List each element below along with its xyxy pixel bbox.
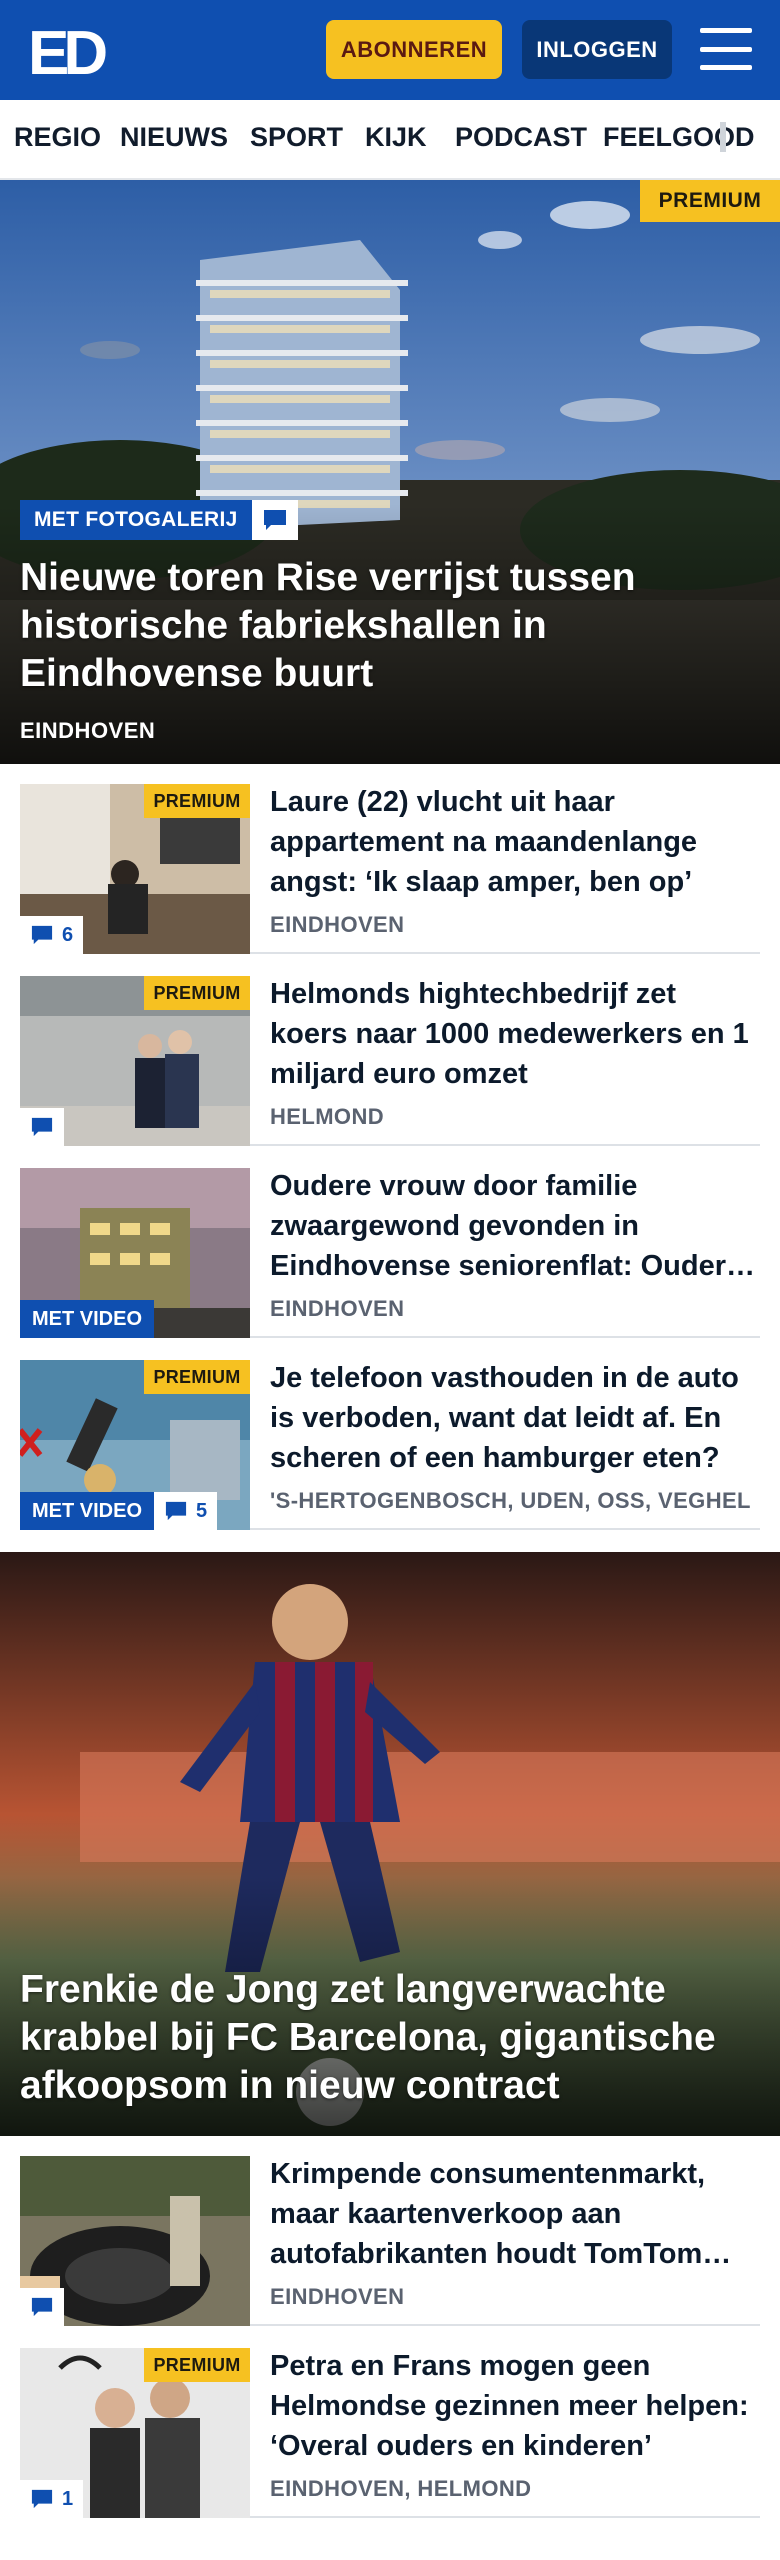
comment-icon [31, 925, 53, 945]
article-location: HELMOND [270, 1104, 385, 1129]
article-title[interactable]: Oudere vrouw door familie zwaargewond ge… [270, 1166, 760, 1286]
comment-icon [31, 2297, 53, 2317]
article-location: EINDHOVEN [270, 2284, 405, 2309]
list-item[interactable]: PREMIUM MET VIDEO 5 Je telefoon vasthoud… [20, 1340, 760, 1530]
article-title[interactable]: Laure (22) vlucht uit haar appartement n… [270, 782, 760, 902]
thumb-badges: 1 [20, 2480, 84, 2518]
nav-item-sport[interactable]: SPORT [250, 122, 343, 153]
article-thumbnail: PREMIUM 1 [20, 2348, 250, 2518]
comment-count: 1 [62, 2487, 74, 2510]
hero-location: EINDHOVEN [20, 718, 156, 743]
thumb-badges: 6 [20, 916, 84, 954]
comment-count-badge: 1 [20, 2480, 84, 2518]
comment-icon [31, 2489, 53, 2509]
nav-overflow-indicator [720, 122, 726, 152]
list-item[interactable]: PREMIUM 6 Laure (22) vlucht uit haar app… [20, 764, 760, 954]
svg-text:ED: ED [28, 22, 106, 78]
nav-item-feelgood[interactable]: FEELGOOD [603, 122, 755, 153]
list-item[interactable]: Krimpende consumentenmarkt, maar kaarten… [20, 2136, 760, 2326]
article-title[interactable]: Krimpende consumentenmarkt, maar kaarten… [270, 2154, 760, 2274]
nav-item-podcast[interactable]: PODCAST [455, 122, 587, 153]
hero-title[interactable]: Nieuwe toren Rise verrijst tussen histor… [20, 554, 760, 698]
comment-icon [31, 1117, 53, 1137]
article-location: EINDHOVEN, HELMOND [270, 2476, 532, 2501]
article-title[interactable]: Je telefoon vasthouden in de auto is ver… [270, 1358, 760, 1478]
thumb-badges: MET VIDEO [20, 1300, 155, 1338]
photo-gallery-tag: MET FOTOGALERIJ [20, 500, 252, 540]
list-item[interactable]: MET VIDEO Oudere vrouw door familie zwaa… [20, 1148, 760, 1338]
comment-count: 6 [62, 923, 74, 946]
hero-title[interactable]: Frenkie de Jong zet langverwachte krabbe… [20, 1966, 760, 2110]
section-nav: REGIO NIEUWS SPORT KIJK PODCAST FEELGOOD [0, 100, 780, 180]
hero-tag-row: MET FOTOGALERIJ [20, 500, 298, 540]
thumb-badges: MET VIDEO 5 [20, 1492, 218, 1530]
comment-count-badge [20, 2288, 64, 2326]
nav-item-nieuws[interactable]: NIEUWS [120, 122, 228, 153]
article-thumbnail [20, 2156, 250, 2326]
comment-count-badge: 6 [20, 916, 84, 954]
premium-badge: PREMIUM [640, 180, 780, 222]
article-location: EINDHOVEN [270, 1296, 405, 1321]
top-bar: ED ABONNEREN INLOGGEN [0, 0, 780, 100]
comment-icon [251, 500, 298, 540]
article-thumbnail: PREMIUM 6 [20, 784, 250, 954]
premium-badge: PREMIUM [144, 976, 250, 1010]
nav-item-kijk[interactable]: KIJK [365, 122, 427, 153]
article-thumbnail: PREMIUM [20, 976, 250, 1146]
comment-count-badge: 5 [154, 1492, 218, 1530]
premium-badge: PREMIUM [144, 1360, 250, 1394]
list-item[interactable]: PREMIUM 1 Petra en Frans mogen geen Helm… [20, 2328, 760, 2518]
subscribe-button[interactable]: ABONNEREN [326, 20, 502, 79]
premium-badge: PREMIUM [144, 784, 250, 818]
login-button[interactable]: INLOGGEN [522, 20, 672, 79]
ed-logo[interactable]: ED [28, 22, 118, 78]
article-thumbnail: MET VIDEO [20, 1168, 250, 1338]
article-location: EINDHOVEN [270, 912, 405, 937]
hero-article-rise[interactable]: PREMIUM MET FOTOGALERIJ Nieuwe toren Ris… [0, 180, 780, 764]
nav-item-regio[interactable]: REGIO [14, 122, 101, 153]
article-location: 'S-HERTOGENBOSCH, UDEN, OSS, VEGHEL [270, 1488, 751, 1513]
hero-article-frenkie[interactable]: Frenkie de Jong zet langverwachte krabbe… [0, 1552, 780, 2136]
comment-count-badge [20, 1108, 64, 1146]
comment-count: 5 [196, 1499, 208, 1522]
premium-badge: PREMIUM [144, 2348, 250, 2382]
video-badge: MET VIDEO [20, 1492, 155, 1530]
list-item[interactable]: PREMIUM Helmonds hightechbedrijf zet koe… [20, 956, 760, 1146]
article-title[interactable]: Petra en Frans mogen geen Helmondse gezi… [270, 2346, 760, 2466]
thumb-badges [20, 1108, 64, 1146]
video-badge: MET VIDEO [20, 1300, 155, 1338]
article-title[interactable]: Helmonds hightechbedrijf zet koers naar … [270, 974, 760, 1094]
comment-icon [165, 1501, 187, 1521]
thumb-badges [20, 2288, 64, 2326]
article-thumbnail: PREMIUM MET VIDEO 5 [20, 1360, 250, 1530]
hamburger-menu-icon[interactable] [700, 26, 752, 72]
